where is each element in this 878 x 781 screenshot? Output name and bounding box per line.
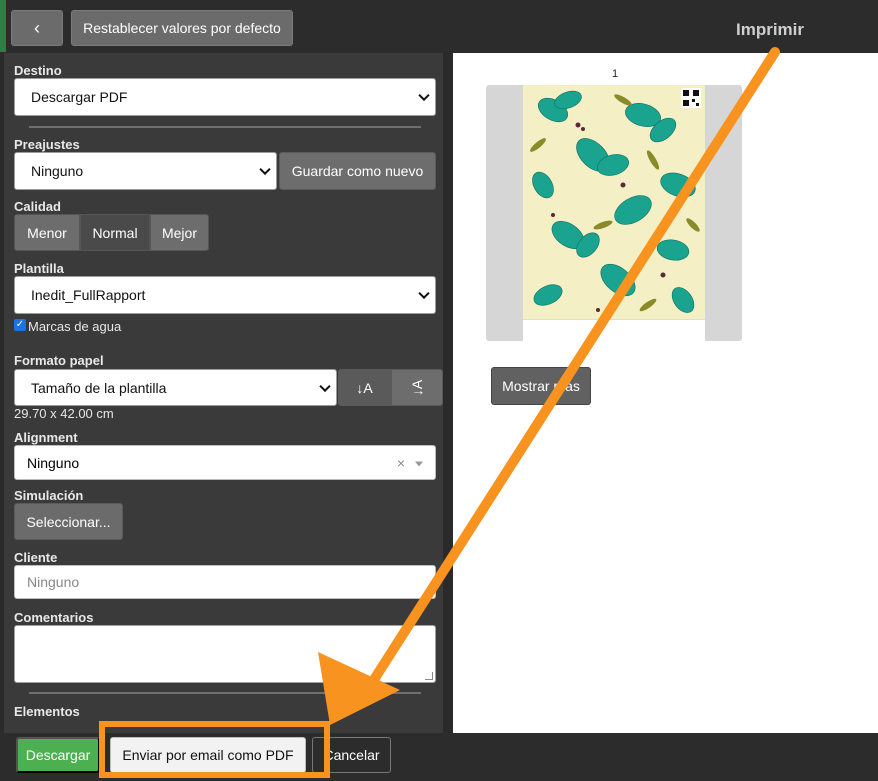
- clear-icon[interactable]: ×: [397, 455, 405, 471]
- quality-menor-button[interactable]: Menor: [14, 214, 80, 251]
- portrait-orientation-button[interactable]: ↓A: [338, 369, 391, 406]
- preajustes-label: Preajustes: [14, 137, 80, 152]
- alignment-combobox[interactable]: Ninguno ×: [14, 445, 436, 480]
- annotation-highlight-box: [99, 721, 330, 778]
- floral-pattern-image: [523, 85, 705, 319]
- background-app-edge: [0, 0, 6, 52]
- preajustes-value: Ninguno: [31, 163, 84, 179]
- plantilla-label: Plantilla: [14, 261, 64, 276]
- quality-normal-button[interactable]: Normal: [80, 214, 150, 251]
- page-preview-thumbnail[interactable]: [523, 85, 705, 341]
- paper-format-value: Tamaño de la plantilla: [31, 379, 167, 396]
- comentarios-label: Comentarios: [14, 610, 94, 625]
- paper-format-select[interactable]: Tamaño de la plantilla: [14, 369, 337, 406]
- watermark-checkbox[interactable]: ✓: [14, 319, 26, 331]
- select-simulation-button[interactable]: Seleccionar...: [14, 503, 123, 540]
- alignment-label: Alignment: [14, 430, 78, 445]
- divider: [29, 126, 421, 128]
- download-button[interactable]: Descargar: [16, 737, 100, 773]
- cliente-label: Cliente: [14, 550, 58, 565]
- destino-select[interactable]: Descargar PDF: [14, 78, 436, 116]
- comments-textarea[interactable]: [14, 625, 436, 683]
- preajustes-select[interactable]: Ninguno: [14, 152, 277, 190]
- divider: [29, 692, 421, 694]
- template-footer: [523, 319, 705, 341]
- quality-mejor-button[interactable]: Mejor: [150, 214, 209, 251]
- paper-size-text: 29.70 x 42.00 cm: [14, 406, 114, 421]
- panel-scrollbar[interactable]: [443, 53, 453, 733]
- qr-code-icon: [681, 88, 701, 108]
- page-number: 1: [612, 68, 619, 80]
- resize-handle-icon[interactable]: [425, 672, 433, 680]
- portrait-orientation-icon: ↓A: [356, 379, 373, 396]
- landscape-orientation-button[interactable]: ↓A: [391, 369, 443, 406]
- chevron-down-icon: [259, 163, 271, 176]
- client-combobox[interactable]: Ninguno: [14, 565, 436, 599]
- simulacion-label: Simulación: [14, 488, 84, 503]
- plantilla-select[interactable]: Inedit_FullRapport: [14, 276, 436, 314]
- client-placeholder: Ninguno: [27, 574, 80, 590]
- watermark-label[interactable]: Marcas de agua: [28, 319, 121, 334]
- dropdown-caret-icon[interactable]: [415, 461, 423, 466]
- reset-defaults-button[interactable]: Restablecer valores por defecto: [71, 10, 293, 46]
- destino-label: Destino: [14, 63, 62, 78]
- chevron-down-icon: [418, 287, 430, 300]
- show-more-button[interactable]: Mostrar más: [491, 367, 591, 405]
- dialog-title: Imprimir: [736, 20, 805, 39]
- plantilla-value: Inedit_FullRapport: [31, 287, 146, 303]
- back-button[interactable]: ‹: [11, 10, 63, 46]
- calidad-label: Calidad: [14, 199, 61, 214]
- elementos-label: Elementos: [14, 704, 80, 719]
- landscape-orientation-icon: ↓A: [409, 379, 425, 396]
- destino-value: Descargar PDF: [31, 89, 128, 105]
- chevron-down-icon: [418, 89, 430, 102]
- alignment-value: Ninguno: [27, 454, 80, 471]
- chevron-down-icon: [319, 380, 331, 392]
- save-as-new-button[interactable]: Guardar como nuevo: [279, 152, 436, 190]
- formato-label: Formato papel: [14, 353, 104, 368]
- chevron-left-icon: ‹: [34, 17, 40, 38]
